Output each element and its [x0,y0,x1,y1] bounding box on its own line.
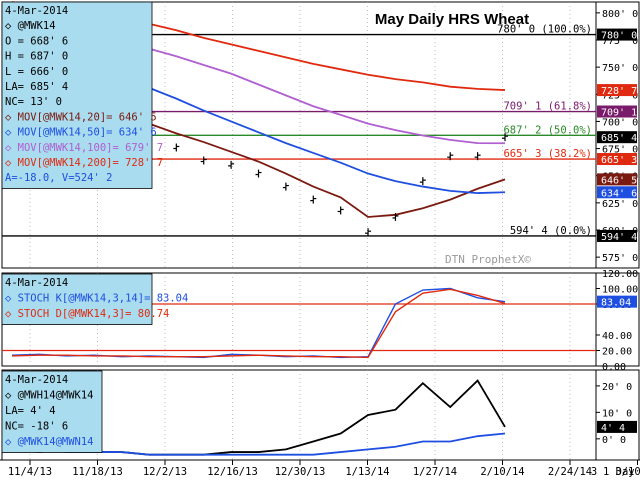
legend-item-price-9: ◇ MOV[@MWK14,100]= 679' 7 [5,142,163,154]
legend-item-price-7: ◇ MOV[@MWK14,20]= 646' 5 [5,111,157,123]
stoch-ytick-label-5: 0.00 [602,362,626,373]
spread-ytick-label-1: 10' 0 [602,408,632,419]
chart-title: May Daily HRS Wheat [375,11,529,28]
legend-item-spread-1: ◇ @MWH14@MWK14 [5,390,94,402]
stoch-ytick-label-1: 100.00 [602,285,638,296]
legend-item-stoch-0: 4-Mar-2014 [5,277,68,289]
spread-ytick-label-2: 0' 0 [602,435,626,446]
legend-item-spread-2: LA= 4' 4 [5,405,56,417]
chart-root: 780' 0 (100.0%) 709' 1 (61.8%) 687' 2 (50.… [0,0,640,480]
fib-label-1: 709' 1 (61.8%) [503,101,592,113]
legend-item-spread-3: NC= -18' 6 [5,421,68,433]
price-badge-7: 594' 4 [601,232,637,243]
legend-item-price-6: NC= 13' 0 [5,96,62,108]
fib-label-4: 594' 4 (0.0%) [510,225,592,237]
price-badge-3: 685' 4 [601,133,637,144]
watermark: DTN ProphetX© [445,253,531,266]
stoch-ytick-label-3: 40.00 [602,331,632,342]
legend-item-stoch-2: ◇ STOCH D[@MWK14,3]= 80.74 [5,308,169,320]
legend-item-price-3: H = 687' 0 [5,51,68,63]
x-tick-label-5: 1/13/14 [345,466,389,478]
price-ytick-label-9: 575' 0 [602,253,638,264]
fib-label-3: 665' 3 (38.2%) [503,148,592,160]
price-badge-4: 665' 3 [601,155,637,166]
stoch-badge-0: 83.04 [601,298,631,309]
x-tick-label-6: 1/27/14 [413,466,457,478]
legend-item-spread-0: 4-Mar-2014 [5,374,68,386]
price-ytick-label-2: 750' 0 [602,63,638,74]
period-label: 1 Day [603,466,635,478]
legend-item-price-10: ◇ MOV[@MWK14,200]= 728' 7 [5,157,163,169]
x-tick-label-0: 11/4/13 [8,466,52,478]
legend-item-stoch-1: ◇ STOCH K[@MWK14,3,14]= 83.04 [5,293,188,305]
price-ytick-label-0: 800' 0 [602,9,638,20]
x-tick-label-1: 11/18/13 [72,466,123,478]
stoch-ytick-label-0: 120.00 [602,269,638,280]
x-tick-label-3: 12/16/13 [207,466,258,478]
spread-badge-0: 4' 4 [601,423,625,434]
x-tick-label-7: 2/10/14 [480,466,524,478]
spread-ytick-label-0: 20' 0 [602,382,632,393]
price-badge-1: 728' 7 [601,86,637,97]
legend-item-price-0: 4-Mar-2014 [5,5,68,17]
price-ytick-label-7: 625' 0 [602,199,638,210]
price-badge-5: 646' 5 [601,175,637,186]
chart-svg: 780' 0 (100.0%)709' 1 (61.8%)687' 2 (50.… [0,0,640,480]
stoch-ytick-label-4: 20.00 [602,347,632,358]
legend-item-price-5: LA= 685' 4 [5,81,68,93]
legend-item-price-4: L = 666' 0 [5,66,68,78]
price-ytick-label-4: 700' 0 [602,117,638,128]
legend-item-price-2: O = 668' 6 [5,35,68,47]
x-tick-fragment: 3 [591,466,597,478]
legend-item-spread-4: ◇ @MWK14@MWN14 [5,436,94,448]
x-tick-label-4: 12/30/13 [275,466,326,478]
price-badge-0: 780' 0 [601,31,637,42]
x-tick-label-8: 2/24/14 [548,466,592,478]
legend-item-price-1: ◇ @MWK14 [5,20,56,32]
price-badge-6: 634' 6 [601,188,637,199]
legend-item-price-11: A=-18.0, V=524' 2 [5,172,112,184]
x-tick-label-2: 12/2/13 [143,466,187,478]
price-badge-2: 709' 1 [601,108,637,119]
legend-item-price-8: ◇ MOV[@MWK14,50]= 634' 6 [5,127,157,139]
fib-label-2: 687' 2 (50.0%) [503,124,592,136]
